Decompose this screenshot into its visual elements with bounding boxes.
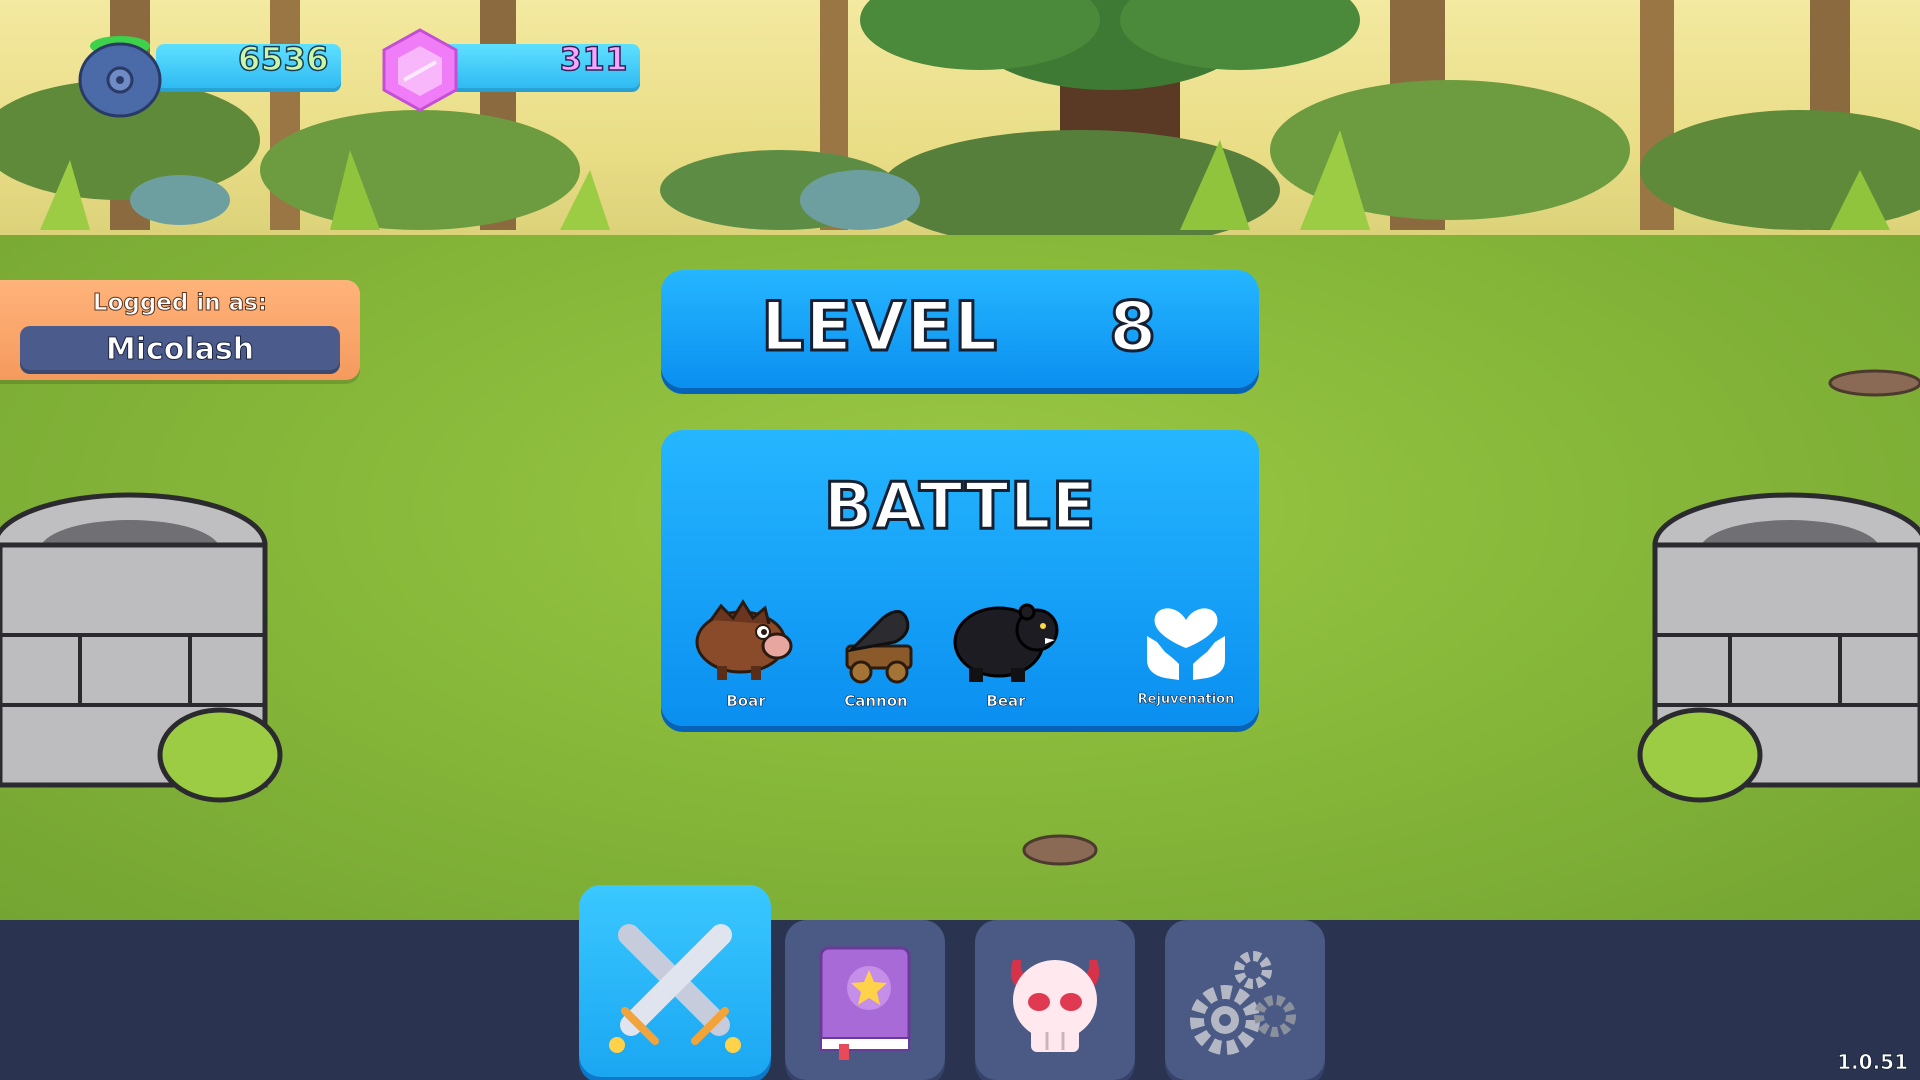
nav-quests-button[interactable] <box>785 920 945 1080</box>
level-panel: LEVEL 8 <box>661 270 1259 388</box>
level-number: 8 <box>1107 287 1158 369</box>
bear-icon <box>953 603 1059 682</box>
gem-icon <box>382 28 458 112</box>
unit-label: Cannon <box>844 692 908 711</box>
level-label: LEVEL <box>759 287 999 369</box>
battle-title: BATTLE <box>822 469 1097 546</box>
nav-settings-button[interactable] <box>1165 920 1325 1080</box>
star-book-icon <box>819 946 911 1060</box>
rock <box>1828 369 1920 397</box>
gold-value: 6536 <box>237 39 329 79</box>
login-panel: Logged in as: Micolash <box>0 280 360 380</box>
unit-label: Rejuvenation <box>1137 692 1235 708</box>
devil-skull-icon <box>1010 960 1100 1052</box>
unit-label: Bear <box>986 692 1026 711</box>
gem-value: 311 <box>559 39 628 79</box>
battle-panel[interactable]: BATTLE Boar Cannon Bear Rejuvenation <box>661 430 1259 726</box>
nav-battle-button[interactable] <box>579 885 771 1077</box>
stone-tower-right <box>1637 492 1920 803</box>
unit-cannon: Cannon <box>811 580 941 710</box>
username: Micolash <box>105 332 255 368</box>
unit-rejuvenation: Rejuvenation <box>1121 580 1251 710</box>
nav-enemies-button[interactable] <box>975 920 1135 1080</box>
bottom-nav-bar <box>0 920 1920 1080</box>
heart-hands-icon <box>1147 608 1225 680</box>
gem-resource: 311 <box>380 28 640 112</box>
boar-icon <box>695 599 793 680</box>
unit-bear: Bear <box>941 580 1071 710</box>
gold-resource: 6536 <box>76 32 341 118</box>
cauldron-icon <box>78 36 162 118</box>
unit-boar: Boar <box>681 580 811 710</box>
stone-tower-left <box>0 492 283 803</box>
cannon-icon <box>845 610 913 684</box>
crossed-swords-icon <box>609 924 741 1053</box>
login-label: Logged in as: <box>92 290 268 317</box>
rock <box>1022 834 1098 866</box>
username-box: Micolash <box>20 326 340 374</box>
version-label: 1.0.51 <box>1837 1050 1909 1075</box>
unit-label: Boar <box>726 692 766 711</box>
gears-icon <box>1190 951 1296 1055</box>
